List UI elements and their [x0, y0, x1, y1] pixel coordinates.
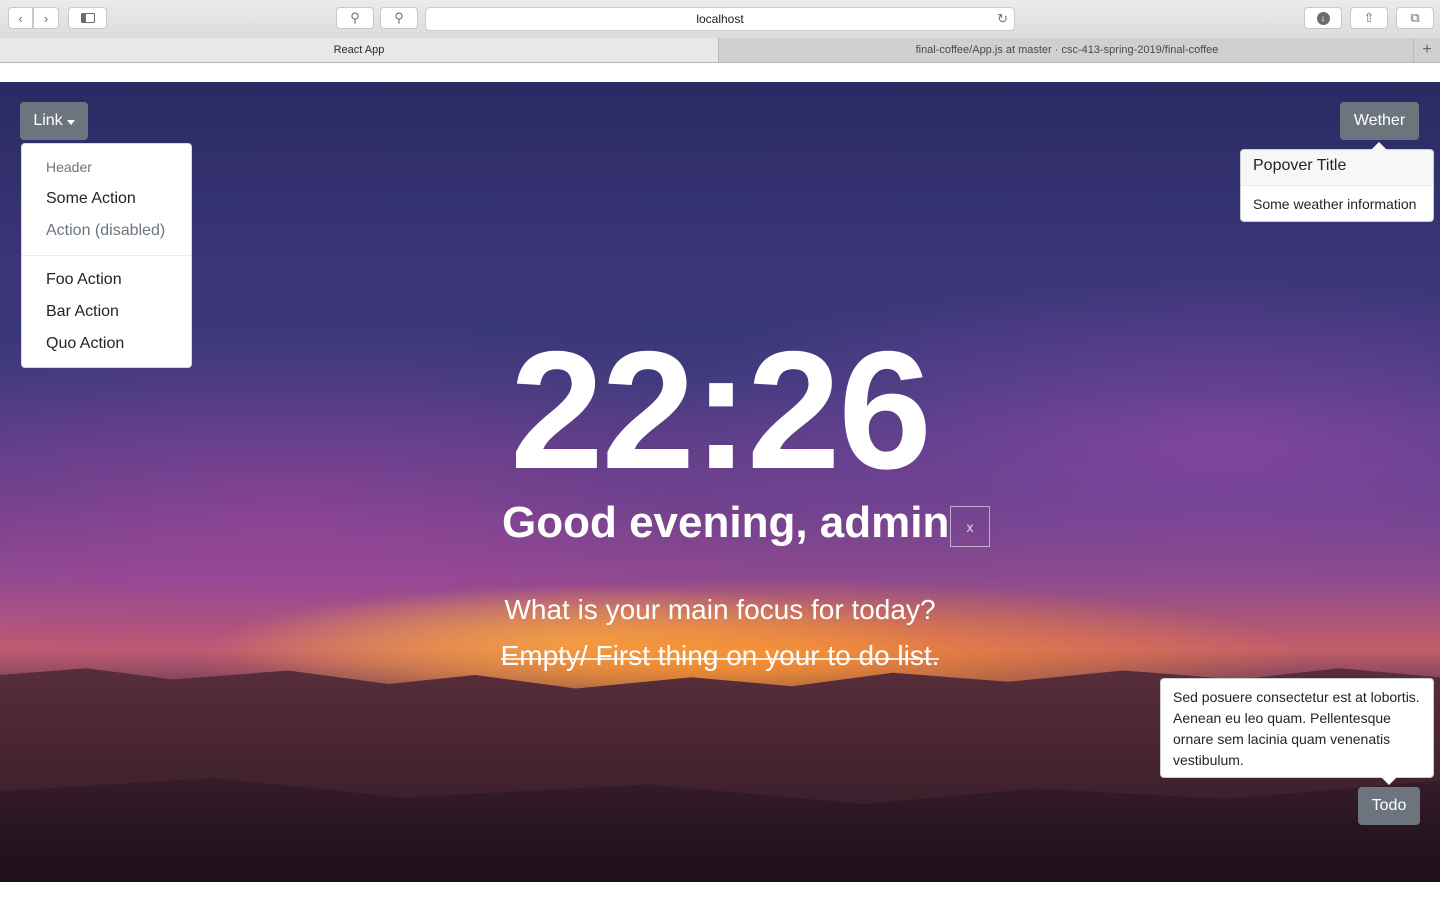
todo-button[interactable]: Todo: [1358, 787, 1420, 825]
tab-react-app[interactable]: React App: [0, 38, 719, 62]
reload-icon[interactable]: ↻: [997, 8, 1008, 30]
find-button[interactable]: ⚲: [380, 7, 418, 29]
greeting: Good evening, admin: [502, 498, 950, 547]
link-label: Link: [33, 112, 63, 129]
weather-button[interactable]: Wether: [1340, 102, 1419, 140]
dropdown-item-foo-action[interactable]: Foo Action: [46, 271, 122, 289]
close-button[interactable]: x: [950, 506, 990, 547]
popover-arrow: [1371, 142, 1387, 150]
share-icon: ⇧: [1363, 10, 1375, 25]
tab-final-coffee[interactable]: final-coffee/App.js at master · csc-413-…: [720, 38, 1414, 62]
link-dropdown-toggle[interactable]: Link: [20, 102, 88, 140]
dropdown-header: Header: [46, 159, 92, 175]
search-icon: ⚲: [350, 10, 360, 25]
focus-answer-text: Empty/ First thing on your to do list.: [500, 638, 939, 674]
download-icon: ↓: [1316, 11, 1330, 25]
url-text: localhost: [696, 12, 744, 26]
new-tab-button[interactable]: +: [1413, 38, 1440, 62]
back-button[interactable]: ‹: [8, 7, 33, 29]
todo-popover: Sed posuere consectetur est at lobortis.…: [1160, 678, 1434, 785]
browser-toolbar: ‹ › ⚲ ⚲ localhost ↻ ↓ ⇧ ⧉: [0, 0, 1440, 39]
focus-question: What is your main focus for today?: [504, 594, 936, 625]
tab-bar: React App final-coffee/App.js at master …: [0, 38, 1440, 63]
downloads-button[interactable]: ↓: [1304, 7, 1342, 29]
popover-body: Some weather information: [1253, 196, 1417, 212]
plus-icon: +: [1422, 41, 1432, 58]
forward-button[interactable]: ›: [33, 7, 59, 29]
chevron-right-icon: ›: [43, 10, 49, 26]
todo-popover-body: Sed posuere consectetur est at lobortis.…: [1173, 689, 1420, 768]
dropdown-divider: [22, 255, 191, 256]
dropdown-item-some-action[interactable]: Some Action: [46, 190, 136, 208]
dropdown-item-disabled: Action (disabled): [46, 222, 166, 239]
tabs-overview-button[interactable]: ⧉: [1396, 7, 1434, 29]
chevron-left-icon: ‹: [18, 10, 23, 26]
tabs-icon: ⧉: [1410, 10, 1420, 25]
popover-arrow: [1381, 777, 1397, 785]
address-bar[interactable]: localhost ↻: [425, 7, 1015, 31]
caret-down-icon: [66, 119, 75, 125]
search-button[interactable]: ⚲: [336, 7, 374, 29]
weather-popover: Popover Title Some weather information: [1240, 142, 1434, 222]
focus-answer[interactable]: Empty/ First thing on your to do list.: [0, 638, 1440, 674]
sidebar-icon: [80, 13, 95, 23]
dropdown-item-bar-action[interactable]: Bar Action: [46, 303, 119, 321]
clock: 22:26: [510, 316, 932, 504]
share-button[interactable]: ⇧: [1350, 7, 1388, 29]
popover-title: Popover Title: [1241, 150, 1433, 186]
magnifier-icon: ⚲: [394, 10, 404, 25]
sidebar-button[interactable]: [68, 7, 107, 29]
